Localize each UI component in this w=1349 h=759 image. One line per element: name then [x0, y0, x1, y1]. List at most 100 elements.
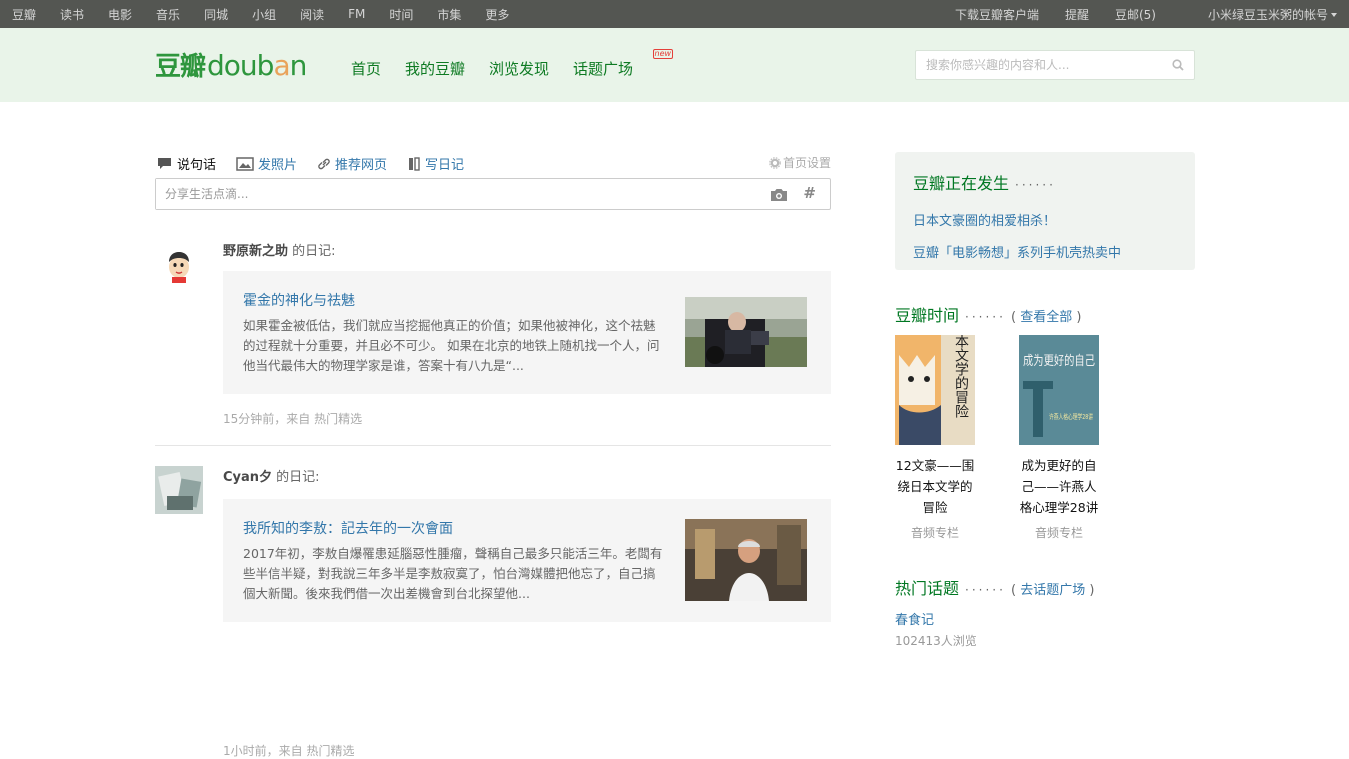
cover-subtext: 许燕人格心理学28讲 — [1049, 412, 1093, 421]
user-avatar[interactable] — [155, 240, 203, 288]
diary-title[interactable]: 我所知的李敖：記去年的一次會面 — [243, 518, 453, 538]
download-app-link[interactable]: 下载豆瓣客户端 — [955, 6, 1039, 23]
topic-square-link[interactable]: 去话题广场 — [1020, 583, 1085, 598]
feed-action: 的日记: — [272, 470, 320, 485]
audio-column-title[interactable]: 12文豪——围绕日本文学的冒险 — [895, 455, 975, 518]
book-cover[interactable]: 围绕日本文学的冒险 — [895, 335, 975, 445]
home-settings-link[interactable]: 首页设置 — [769, 154, 831, 171]
global-nav-fm[interactable]: FM — [348, 7, 365, 21]
global-nav-market[interactable]: 市集 — [437, 6, 461, 23]
view-all-link[interactable]: 查看全部 — [1020, 310, 1072, 325]
feed-time: 15分钟前，来自 — [223, 412, 311, 426]
diary-thumbnail[interactable] — [685, 297, 807, 367]
global-nav-right: 下载豆瓣客户端 提醒 豆邮(5) 小米绿豆玉米粥的帐号 — [929, 6, 1337, 23]
global-nav-group[interactable]: 小组 — [252, 6, 276, 23]
diary-card[interactable]: 我所知的李敖：記去年的一次會面 2017年初，李敖自爆罹患延腦惡性腫瘤，聲稱自己… — [223, 499, 831, 622]
link-icon — [318, 158, 330, 169]
user-avatar[interactable] — [155, 466, 203, 514]
cover-text: 围绕日本文学的冒险 — [953, 335, 969, 418]
hashtag-icon[interactable]: # — [803, 184, 816, 202]
global-nav-read[interactable]: 阅读 — [300, 6, 324, 23]
topic-stat: 102413人浏览 — [895, 634, 977, 648]
happening-panel: 豆瓣正在发生 ······ 日本文豪圈的相爱相杀！ 豆瓣「电影畅想」系列手机壳热卖… — [895, 152, 1195, 270]
remind-link[interactable]: 提醒 — [1065, 6, 1089, 23]
book-cover[interactable]: 成为更好的自己 许燕人格心理学28讲 — [1019, 335, 1099, 445]
hot-topics-section: 热门话题 ······ ( 去话题广场 ) 春食记 102413人浏览 — [895, 575, 1195, 648]
global-nav-location[interactable]: 同城 — [204, 6, 228, 23]
tab-link-label: 推荐网页 — [335, 158, 388, 173]
feed-action: 的日记: — [288, 244, 336, 259]
status-input[interactable] — [156, 179, 756, 209]
topic-link[interactable]: 春食记 — [895, 609, 934, 628]
diary-excerpt: 如果霍金被低估，我们就应当挖掘他真正的价值；如果他被神化，这个祛魅的过程就十分重… — [243, 318, 660, 373]
camera-icon[interactable] — [770, 188, 788, 202]
hot-topics-title: 热门话题 ······ ( 去话题广场 ) — [895, 579, 1095, 598]
douban-time-section: 豆瓣时间 ······ ( 查看全部 ) 围绕日本文学的冒险 12文豪——围绕日本… — [895, 302, 1195, 540]
global-nav-douban[interactable]: 豆瓣 — [12, 6, 36, 23]
tab-photo-label: 发照片 — [258, 158, 298, 173]
audio-column-title[interactable]: 成为更好的自己——许燕人格心理学28讲 — [1019, 455, 1099, 518]
feed-user-link[interactable]: 野原新之助 — [223, 244, 288, 259]
feed-divider — [155, 445, 831, 446]
tab-diary-label: 写日记 — [425, 158, 465, 173]
nav-home[interactable]: 首页 — [351, 58, 381, 79]
feed-source-link[interactable]: 热门精选 — [310, 412, 362, 426]
diary-title[interactable]: 霍金的神化与祛魅 — [243, 290, 355, 310]
caret-down-icon — [1331, 13, 1337, 17]
cover-text: 成为更好的自己 — [1023, 353, 1095, 369]
feed-source-link[interactable]: 热门精选 — [303, 744, 354, 758]
tab-say-label: 说句话 — [177, 158, 217, 173]
happening-item[interactable]: 日本文豪圈的相爱相杀！ — [913, 210, 1177, 229]
feed-meta: 15分钟前，来自 热门精选 — [223, 410, 362, 427]
feed-user-link[interactable]: Cyan夕 — [223, 470, 272, 485]
search-box — [915, 50, 1195, 80]
audio-column-item[interactable]: 围绕日本文学的冒险 12文豪——围绕日本文学的冒险 音频专栏 — [895, 335, 995, 541]
composer-tabs: 说句话 发照片 推荐网页 写日记 首页设置 — [157, 154, 831, 173]
main-nav: 首页 我的豆瓣 浏览发现 话题广场 new — [351, 49, 681, 79]
happening-item[interactable]: 豆瓣「电影畅想」系列手机壳热卖中 — [913, 242, 1177, 261]
diary-thumbnail[interactable] — [685, 519, 807, 601]
logo-en: douban — [207, 49, 307, 82]
logo-cn: 豆瓣 — [155, 52, 206, 82]
nav-explore[interactable]: 浏览发现 — [489, 58, 549, 79]
audio-column-type: 音频专栏 — [1034, 526, 1083, 540]
audio-books: 围绕日本文学的冒险 12文豪——围绕日本文学的冒险 音频专栏 成为更好的自己 许… — [895, 335, 1143, 541]
photo-icon — [236, 156, 254, 171]
global-nav-more[interactable]: 更多 — [485, 6, 509, 23]
feed-head: 野原新之助 的日记: — [223, 240, 336, 259]
global-nav-music[interactable]: 音乐 — [156, 6, 180, 23]
tab-link[interactable]: 推荐网页 — [317, 154, 387, 173]
home-settings-label: 首页设置 — [782, 156, 831, 170]
nav-topics[interactable]: 话题广场 new — [573, 49, 674, 79]
account-menu[interactable]: 小米绿豆玉米粥的帐号 — [1182, 6, 1337, 23]
audio-column-item[interactable]: 成为更好的自己 许燕人格心理学28讲 成为更好的自己——许燕人格心理学28讲 音… — [1019, 335, 1119, 541]
tab-photo[interactable]: 发照片 — [236, 154, 297, 173]
speech-bubble-icon — [158, 157, 171, 169]
douban-time-title: 豆瓣时间 ······ ( 查看全部 ) — [895, 306, 1082, 325]
tab-diary[interactable]: 写日记 — [407, 154, 464, 173]
new-badge: new — [652, 49, 674, 59]
status-composer: # — [155, 178, 831, 210]
diary-card[interactable]: 霍金的神化与祛魅 如果霍金被低估，我们就应当挖掘他真正的价值；如果他被神化，这个… — [223, 271, 831, 394]
feed-time: 1小时前，来自 — [223, 744, 303, 758]
global-nav-time[interactable]: 时间 — [389, 6, 413, 23]
gear-icon — [769, 156, 781, 169]
diary-icon — [409, 156, 420, 171]
tab-say[interactable]: 说句话 — [157, 154, 216, 173]
account-name: 小米绿豆玉米粥的帐号 — [1207, 7, 1328, 22]
search-input[interactable] — [916, 51, 1156, 79]
douban-logo[interactable]: 豆瓣 douban — [155, 46, 307, 86]
mail-link[interactable]: 豆邮(5) — [1115, 6, 1156, 23]
search-icon[interactable] — [1172, 59, 1184, 71]
global-nav: 豆瓣 读书 电影 音乐 同城 小组 阅读 FM 时间 市集 更多 下载豆瓣客户端… — [0, 0, 1349, 28]
global-nav-left: 豆瓣 读书 电影 音乐 同城 小组 阅读 FM 时间 市集 更多 — [12, 6, 533, 23]
global-nav-movie[interactable]: 电影 — [108, 6, 132, 23]
happening-title: 豆瓣正在发生 ······ — [913, 174, 1056, 193]
feed-meta: 1小时前，来自 热门精选 — [223, 742, 354, 759]
diary-excerpt: 2017年初，李敖自爆罹患延腦惡性腫瘤，聲稱自己最多只能活三年。老闆有些半信半疑… — [243, 546, 663, 601]
feed-head: Cyan夕 的日记: — [223, 466, 320, 485]
nav-my-douban[interactable]: 我的豆瓣 — [405, 58, 465, 79]
global-nav-book[interactable]: 读书 — [60, 6, 84, 23]
site-header: 豆瓣 douban 首页 我的豆瓣 浏览发现 话题广场 new — [0, 28, 1349, 102]
audio-column-type: 音频专栏 — [910, 526, 959, 540]
